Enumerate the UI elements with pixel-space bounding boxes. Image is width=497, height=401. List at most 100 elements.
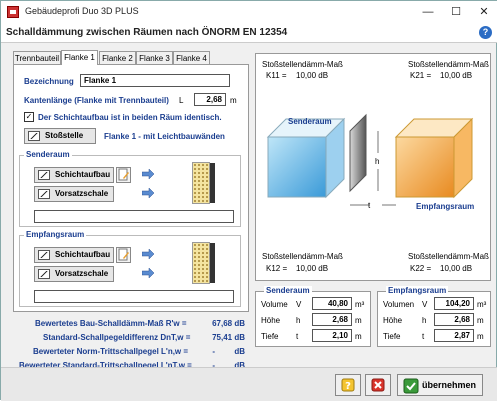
check-icon (403, 378, 419, 394)
sender-height-input[interactable]: 2,68 (312, 313, 352, 326)
help-button[interactable]: ? (335, 374, 361, 396)
arrow-right-icon (142, 169, 154, 179)
sender-depth-input[interactable]: 2,10 (312, 329, 352, 342)
sender-layer-preview (192, 162, 215, 204)
maximize-button[interactable]: ☐ (442, 1, 470, 23)
room-diagram: Stoßstellendämm-Maß K11 = 10,00 dB Stoßs… (255, 53, 491, 281)
bezeichnung-label: Bezeichnung (24, 77, 74, 86)
volume-label: Volumen (383, 300, 415, 309)
stossstelle-button[interactable]: Stoßstelle (24, 128, 96, 144)
empfang-layer-edit-button[interactable] (116, 247, 131, 263)
empfang-height-input[interactable]: 2,68 (434, 313, 474, 326)
k21-symbol: K21 = (410, 71, 432, 80)
dialog-header: Schalldämmung zwischen Räumen nach ÖNORM… (1, 23, 497, 43)
help-icon[interactable]: ? (479, 26, 492, 39)
empfang-depth-input[interactable]: 2,87 (434, 329, 474, 342)
volume-unit: m³ (355, 300, 365, 309)
sender-vorsatzschale-button[interactable]: Vorsatzschale (34, 186, 114, 202)
cancel-button[interactable] (365, 374, 391, 396)
result-unit: dB (234, 347, 245, 356)
arrow-right-icon (142, 249, 154, 259)
cancel-icon (371, 378, 385, 392)
k11-symbol: K11 = (266, 71, 287, 80)
identical-layers-checkbox[interactable]: ✓ (24, 112, 34, 122)
tab-flanke-3[interactable]: Flanke 3 (136, 51, 173, 65)
dialog-title: Schalldämmung zwischen Räumen nach ÖNORM… (6, 27, 288, 38)
sender-dimensions-title: Senderaum (264, 286, 312, 295)
edit-icon (38, 170, 50, 180)
kantenlaenge-input[interactable]: 2,68 (194, 93, 226, 106)
empfang-volume-input[interactable]: 104,20 (434, 297, 474, 310)
empfang-layer-preview (192, 242, 215, 284)
k11-title: Stoßstellendämm-Maß (262, 60, 343, 69)
sender-dimensions-box: Senderaum Volume V 40,80 m³ Höhe h 2,68 … (255, 286, 371, 347)
senderaum-group: Senderaum Schichtaufbau Vorsatzschale (19, 150, 241, 227)
uebernehmen-button[interactable]: übernehmen (397, 374, 483, 396)
sender-volume-input[interactable]: 40,80 (312, 297, 352, 310)
sender-schichtaufbau-button[interactable]: Schichtaufbau (34, 167, 114, 183)
close-button[interactable]: ✕ (470, 1, 497, 23)
senderaum-group-title: Senderaum (24, 150, 72, 159)
k22-value: 10,00 dB (440, 264, 473, 273)
sender-info-field[interactable] (34, 210, 234, 223)
kantenlaenge-label: Kantenlänge (Flanke mit Trennbauteil) (24, 96, 169, 105)
empfang-vorsatzschale-button[interactable]: Vorsatzschale (34, 266, 114, 282)
app-logo-icon (7, 6, 19, 18)
document-edit-icon (118, 248, 129, 261)
title-bar: Gebäudeprofi Duo 3D PLUS — ☐ ✕ (1, 1, 497, 23)
k12-title: Stoßstellendämm-Maß (262, 252, 343, 261)
height-unit: m (477, 316, 484, 325)
kantenlaenge-symbol: L (179, 96, 184, 105)
depth-symbol: t (296, 332, 299, 341)
height-label: Höhe (383, 316, 403, 325)
dialog-footer: ? übernehmen (1, 367, 497, 401)
kantenlaenge-unit: m (230, 96, 237, 105)
depth-unit: m (477, 332, 484, 341)
height-symbol: h (375, 157, 380, 166)
empfang-schichtaufbau-button[interactable]: Schichtaufbau (34, 247, 114, 263)
height-symbol: h (296, 316, 301, 325)
senderaum-diagram-label: Senderaum (288, 117, 332, 126)
document-edit-icon (118, 168, 129, 181)
tab-flanke-4[interactable]: Flanke 4 (173, 51, 210, 65)
arrow-right-icon (142, 188, 154, 198)
edit-icon (28, 131, 40, 141)
empfangsraum-diagram-label: Empfangsraum (416, 202, 475, 211)
height-symbol: h (422, 316, 427, 325)
result-label: Bewerteter Norm-Trittschallpegel L'n,w = (33, 347, 189, 356)
arrow-right-icon (142, 268, 154, 278)
depth-unit: m (355, 332, 362, 341)
edit-icon (38, 189, 50, 199)
k21-title: Stoßstellendämm-Maß (408, 60, 489, 69)
edit-icon (38, 269, 50, 279)
bezeichnung-input[interactable]: Flanke 1 (80, 74, 230, 87)
tab-trennbauteil[interactable]: Trennbauteil (13, 51, 61, 65)
edit-icon (38, 250, 50, 260)
empfang-dimensions-title: Empfangsraum (386, 286, 449, 295)
uebernehmen-label: übernehmen (422, 380, 477, 390)
tab-flanke-1[interactable]: Flanke 1 (61, 50, 98, 65)
minimize-button[interactable]: — (414, 1, 442, 23)
k22-title: Stoßstellendämm-Maß (408, 252, 489, 261)
identical-layers-label: Der Schichtaufbau ist in beiden Räum ide… (38, 113, 222, 122)
volume-unit: m³ (477, 300, 487, 309)
stossstelle-info: Flanke 1 - mit Leichtbauwänden (104, 132, 225, 141)
k11-value: 10,00 dB (296, 71, 329, 80)
height-label: Höhe (261, 316, 281, 325)
empfangsraum-group: Empfangsraum Schichtaufbau Vorsatzschale (19, 230, 241, 307)
k12-symbol: K12 = (266, 264, 288, 273)
flanke-tab-panel: Bezeichnung Flanke 1 Kantenlänge (Flanke… (13, 64, 249, 312)
empfang-info-field[interactable] (34, 290, 234, 303)
sender-schichtaufbau-label: Schichtaufbau (55, 170, 111, 179)
result-value: 75,41 dB (212, 333, 245, 342)
result-label: Standard-Schallpegeldifferenz DnT,w = (43, 333, 191, 342)
tab-flanke-2[interactable]: Flanke 2 (99, 51, 136, 65)
result-value: 67,68 dB (212, 319, 245, 328)
sender-layer-edit-button[interactable] (116, 167, 131, 183)
k21-value: 10,00 dB (440, 71, 473, 80)
empfangsraum-group-title: Empfangsraum (24, 230, 87, 239)
k12-value: 10,00 dB (296, 264, 329, 273)
depth-symbol: t (368, 201, 371, 210)
volume-label: Volume (261, 300, 288, 309)
empfang-schichtaufbau-label: Schichtaufbau (55, 250, 111, 259)
